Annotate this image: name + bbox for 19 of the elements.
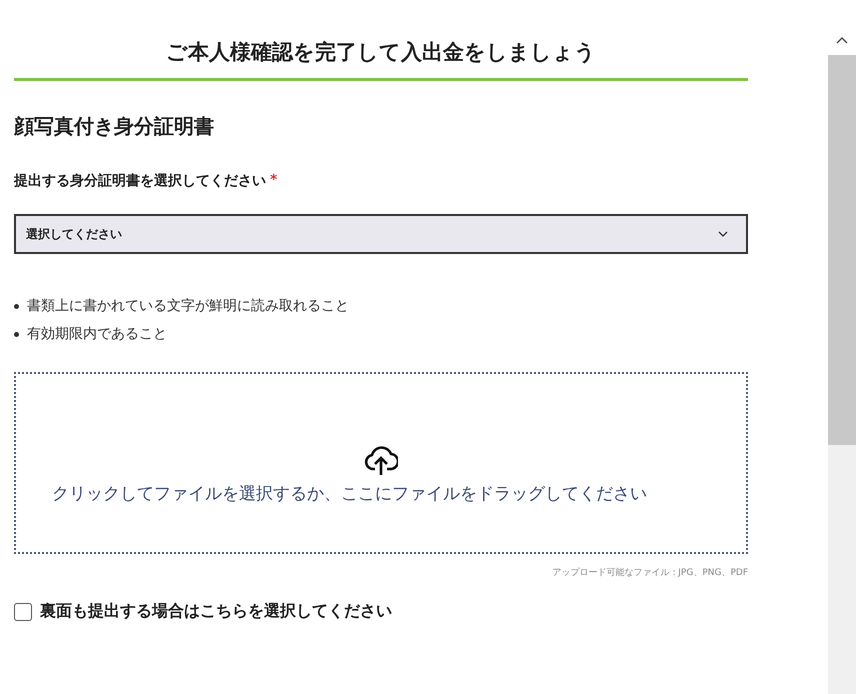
chevron-down-icon (718, 231, 728, 237)
field-label: 提出する身分証明書を選択してください (14, 172, 266, 190)
caret-up-icon[interactable] (836, 36, 848, 44)
document-select[interactable]: 選択してください (14, 214, 748, 254)
allowed-file-types: アップロード可能なファイル：JPG、PNG、PDF (551, 566, 748, 579)
upload-prompt[interactable]: クリックしてファイルを選択するか、ここにファイルをドラッグしてください (52, 482, 710, 506)
upload-dropzone[interactable]: クリックしてファイルを選択するか、ここにファイルをドラッグしてください (14, 372, 748, 554)
scrollbar-thumb[interactable] (828, 55, 856, 445)
bullet-icon (14, 332, 19, 336)
required-mark: * (270, 172, 278, 190)
scrollbar[interactable] (828, 25, 856, 694)
bullet-icon (14, 304, 19, 308)
select-value: 選択してください (26, 226, 122, 242)
checkbox-label[interactable]: 裏面も提出する場合はこちらを選択してください (40, 601, 392, 622)
section-heading: 顔写真付き身分証明書 (14, 113, 215, 140)
requirement-text: 有効期限内であること (27, 325, 167, 343)
requirement-text: 書類上に書かれている文字が鮮明に読み取れること (27, 297, 349, 315)
page-title: ご本人様確認を完了して入出金をしましょう (14, 38, 748, 81)
checkbox[interactable] (14, 602, 32, 620)
